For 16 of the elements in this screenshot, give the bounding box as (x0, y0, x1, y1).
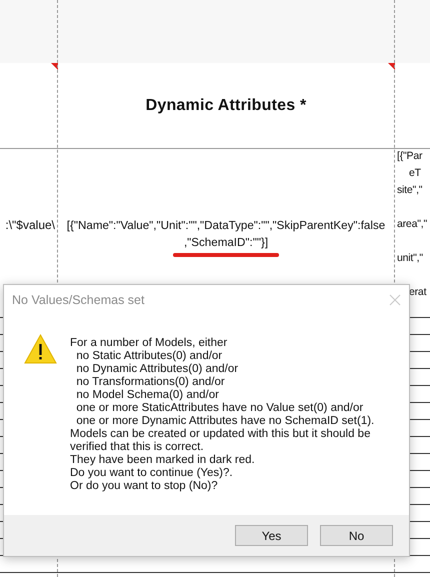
dialog-message: For a number of Models, either no Static Attributes(0) and/or no Dynamic Attributes(0) and/or no Transformations(0) and/or no Model Schema(0) and/or one or more StaticAttributes have no Value set(0) and/or one or more Dynamic Attributes have no SchemaID set(1). Models can be created or updated with this but it should be verified that this is correct. They have been marked in dark red. Do you want to continue (Yes)?. Or do you want to stop (No)? (70, 337, 374, 494)
close-icon[interactable] (389, 294, 401, 306)
cell-text: [{"Par (397, 149, 422, 164)
cell-text: area"," (397, 217, 427, 232)
column-header: Dynamic Attributes * (146, 96, 306, 114)
dialog-title: No Values/Schemas set (12, 293, 144, 307)
warning-icon (24, 334, 57, 364)
cell-text: ,"SchemaID":""}] (184, 235, 268, 251)
dialog-button[interactable]: Yes (235, 525, 308, 546)
cell-text: :\"$value\ (5, 217, 55, 234)
cell-text: erat (409, 285, 426, 300)
cell-text: unit"," (397, 251, 423, 266)
dialog-button[interactable]: No (320, 525, 393, 546)
cell-text: [{"Name":"Value","Unit":"","DataType":"","SkipParentKey":false (66, 218, 386, 234)
cell-text: site"," (397, 183, 422, 198)
cell-text: eT (409, 166, 421, 181)
